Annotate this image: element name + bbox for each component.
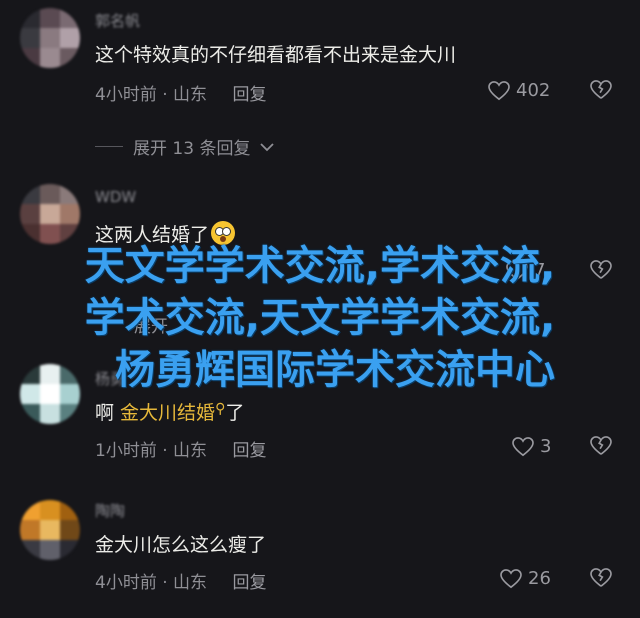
- comment-text: 这个特效真的不仔细看都看不出来是金大川: [95, 44, 457, 66]
- dislike-button[interactable]: [590, 568, 612, 588]
- comment-meta: 1小时前 · 山东 回复: [95, 441, 267, 461]
- like-button[interactable]: 26: [500, 568, 551, 589]
- expand-replies-button[interactable]: 展开: [134, 312, 168, 337]
- comment-text: 啊 金大川结婚⚲了: [95, 398, 244, 425]
- like-count: 402: [516, 80, 551, 101]
- divider: [95, 146, 123, 147]
- comment-time: 4小时前: [95, 573, 157, 593]
- heart-icon: [488, 80, 510, 101]
- comment-username[interactable]: 杨勇: [95, 368, 125, 389]
- heart-icon: [512, 436, 534, 457]
- comment-username[interactable]: 郭名帆: [95, 10, 140, 31]
- like-button[interactable]: 3: [512, 436, 551, 457]
- like-count: 26: [528, 568, 551, 589]
- comment-location: 山东: [173, 441, 208, 461]
- dislike-button[interactable]: [590, 80, 612, 100]
- broken-heart-icon: [590, 80, 612, 100]
- avatar[interactable]: [20, 184, 80, 244]
- watermark-line: 学术交流,天文学学术交流,: [84, 295, 556, 341]
- expand-label: 展开: [134, 317, 168, 337]
- like-button[interactable]: 402: [488, 80, 550, 101]
- heart-icon: [506, 260, 528, 281]
- broken-heart-icon: [590, 260, 612, 280]
- comment-time: 4小时前: [95, 85, 157, 105]
- comment-text-content: 这两人结婚了: [95, 224, 210, 246]
- reply-button[interactable]: 回复: [232, 85, 266, 105]
- hashtag-link[interactable]: 金大川结婚: [120, 402, 215, 424]
- broken-heart-icon: [590, 436, 612, 456]
- comment-text-suffix: 了: [225, 402, 245, 424]
- comment-text: 金大川怎么这么瘦了: [95, 534, 267, 556]
- reply-button[interactable]: 回复: [232, 441, 266, 461]
- comment-username[interactable]: 陶陶: [95, 500, 125, 521]
- avatar[interactable]: [20, 500, 80, 560]
- heart-icon: [500, 568, 522, 589]
- comment-meta: 4小时前 · 山东 回复: [95, 85, 267, 105]
- comment-time: 1小时前: [95, 441, 157, 461]
- like-count: 7: [534, 260, 546, 281]
- comment-location: 山东: [173, 85, 208, 105]
- chevron-down-icon: [260, 137, 275, 157]
- like-button[interactable]: 7: [506, 260, 545, 281]
- comment-location: 山东: [173, 573, 208, 593]
- like-count: 3: [540, 436, 552, 457]
- search-pin-icon: ⚲: [215, 401, 226, 417]
- broken-heart-icon: [590, 568, 612, 588]
- flushed-face-icon: [211, 221, 236, 245]
- expand-replies-button[interactable]: 展开 13 条回复: [95, 134, 275, 159]
- comment-username[interactable]: WDW: [95, 188, 136, 206]
- expand-label: 展开 13 条回复: [133, 139, 251, 159]
- comment-meta: 4小时前 · 山东 回复: [95, 573, 267, 593]
- dislike-button[interactable]: [590, 260, 612, 280]
- comment-text-prefix: 啊: [95, 402, 121, 424]
- reply-button[interactable]: 回复: [232, 573, 266, 593]
- dislike-button[interactable]: [590, 436, 612, 456]
- avatar[interactable]: [20, 8, 80, 68]
- comment-text: 这两人结婚了: [95, 220, 236, 247]
- avatar[interactable]: [20, 364, 80, 424]
